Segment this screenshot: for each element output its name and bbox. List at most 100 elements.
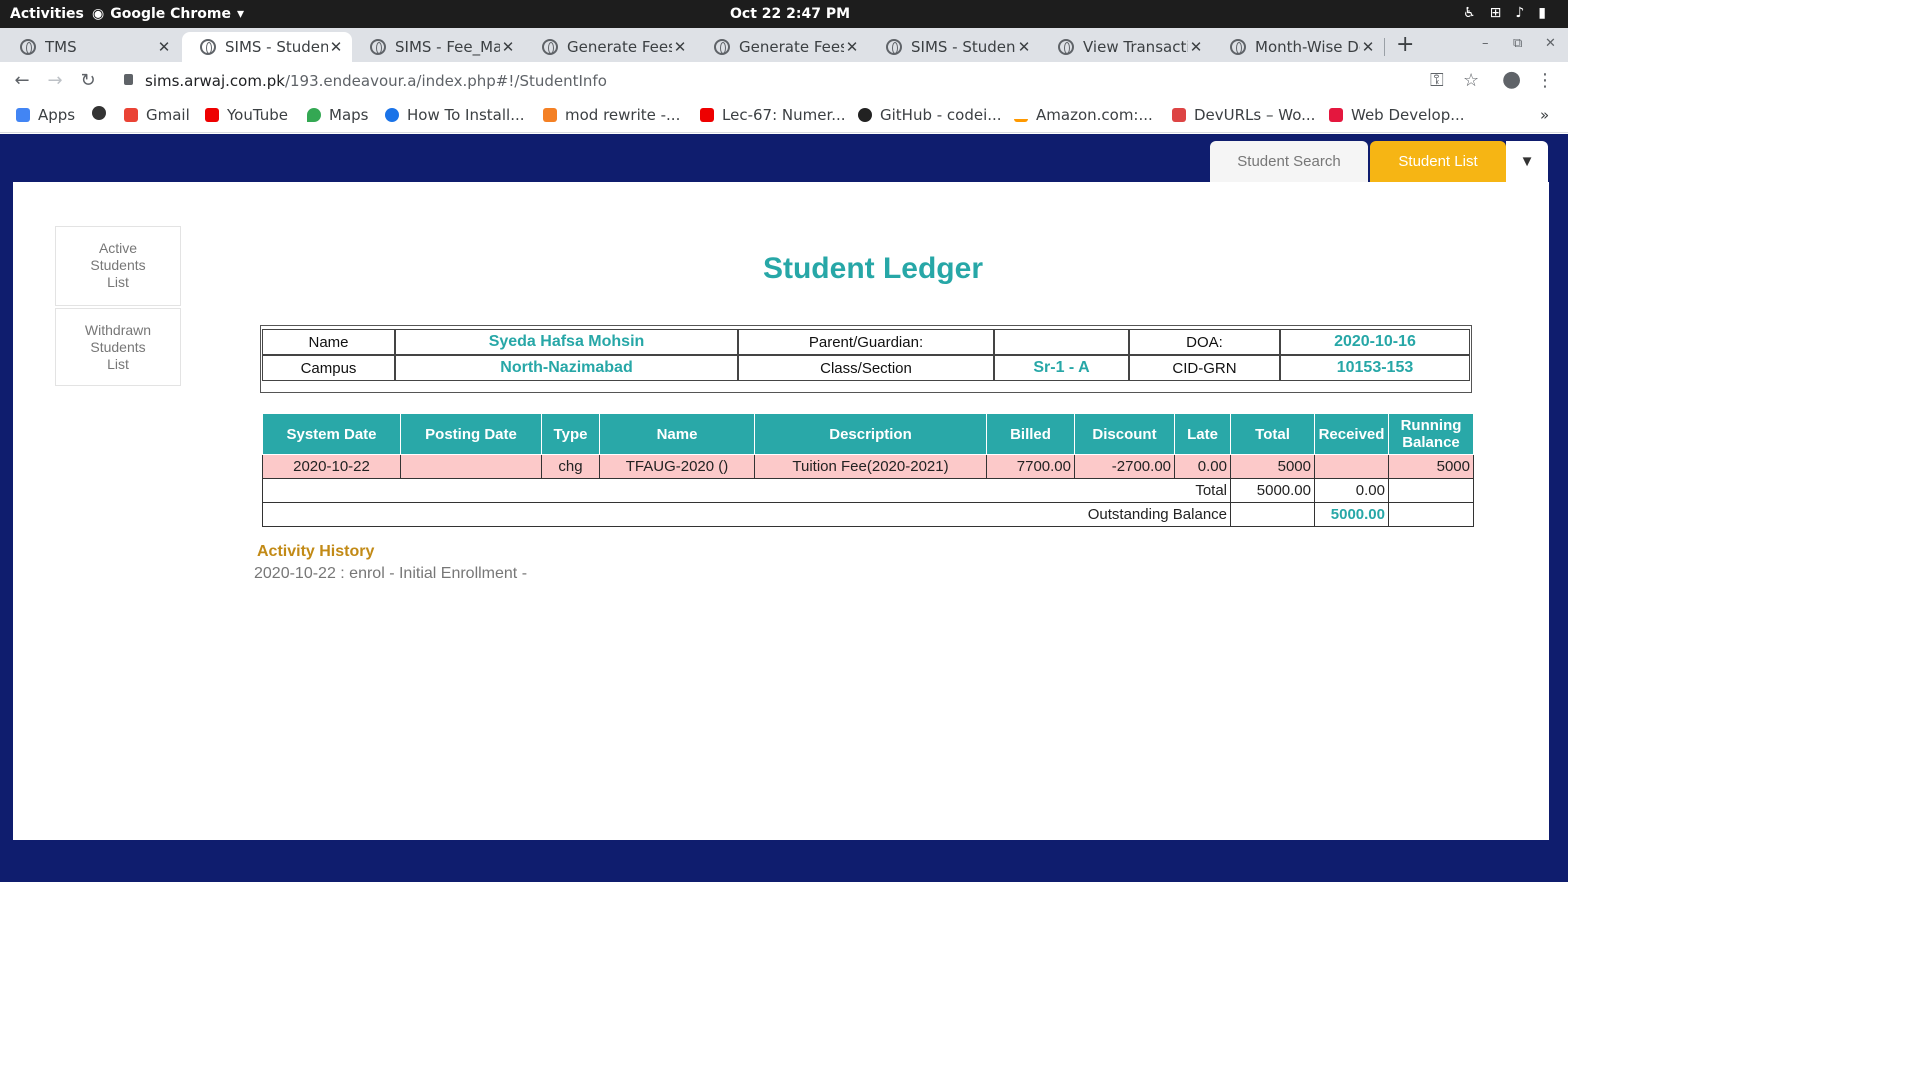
- forward-icon[interactable]: →: [44, 70, 66, 91]
- close-icon[interactable]: ✕: [328, 38, 344, 56]
- bookmark-webdev[interactable]: Web Develop...: [1329, 106, 1465, 124]
- close-icon[interactable]: ✕: [672, 38, 688, 56]
- tab-label: SIMS - StudentInfo: [225, 38, 328, 56]
- minimize-icon[interactable]: –: [1482, 36, 1489, 51]
- tab-label: TMS: [45, 38, 77, 56]
- bookmark-label: Web Develop...: [1351, 106, 1465, 124]
- new-tab-button[interactable]: +: [1396, 32, 1414, 57]
- student-name: Syeda Hafsa Mohsin: [395, 329, 738, 355]
- google-icon: [124, 108, 138, 122]
- globe-icon: [1058, 39, 1074, 55]
- bookmark-gmail[interactable]: Gmail: [124, 106, 190, 124]
- bookmark-devurls[interactable]: DevURLs – Wo...: [1172, 106, 1315, 124]
- clock[interactable]: Oct 22 2:47 PM: [730, 6, 850, 22]
- close-icon[interactable]: ✕: [844, 38, 860, 56]
- cell-received: [1314, 454, 1389, 479]
- close-icon[interactable]: ✕: [1016, 38, 1032, 56]
- col-posting-date: Posting Date: [400, 413, 542, 455]
- tab-label: Month-Wise Details: [1255, 38, 1360, 56]
- col-description: Description: [754, 413, 987, 455]
- col-received: Received: [1314, 413, 1389, 455]
- col-name: Name: [599, 413, 755, 455]
- bookmark-label: mod rewrite -...: [565, 106, 681, 124]
- activity-history-title: Activity History: [257, 543, 375, 560]
- ledger-header-row: System Date Posting Date Type Name Descr…: [262, 413, 1474, 455]
- tab-sims-studentinfo[interactable]: SIMS - StudentInfo✕: [182, 32, 352, 62]
- address-bar[interactable]: sims.arwaj.com.pk/193.endeavour.a/index.…: [110, 67, 1490, 95]
- bookmark-globe[interactable]: [92, 106, 114, 120]
- sidebar-label: Withdrawn: [84, 322, 152, 338]
- student-info-table: Name Syeda Hafsa Mohsin Parent/Guardian:…: [262, 329, 1470, 381]
- total-value: 5000.00: [1230, 478, 1315, 503]
- withdrawn-students-link[interactable]: Withdrawn Students List: [55, 308, 181, 386]
- network-icon: ⊞: [1489, 5, 1502, 21]
- table-row[interactable]: 2020-10-22 chg TFAUG-2020 () Tuition Fee…: [262, 454, 1474, 479]
- star-icon[interactable]: ☆: [1463, 70, 1479, 91]
- cell-type: chg: [541, 454, 600, 479]
- bookmark-amazon[interactable]: Amazon.com:...: [1014, 106, 1153, 124]
- browser-toolbar: ← → ↻ sims.arwaj.com.pk/193.endeavour.a/…: [0, 62, 1568, 100]
- bookmark-github[interactable]: GitHub - codei...: [858, 106, 1002, 124]
- system-tray[interactable]: ♿ ⊞ ♪ ▮: [1463, 5, 1546, 21]
- tab-tms[interactable]: TMS ✕: [2, 32, 180, 62]
- reload-icon[interactable]: ↻: [77, 70, 99, 91]
- close-icon[interactable]: ✕: [1188, 38, 1204, 56]
- page-background: Student Search Student List ▼ Active Stu…: [0, 134, 1568, 882]
- total-row: Total 5000.00 0.00: [262, 478, 1474, 503]
- profile-icon[interactable]: ●: [1502, 67, 1521, 92]
- col-running-balance: Running Balance: [1388, 413, 1474, 455]
- restore-icon[interactable]: ⧉: [1513, 36, 1522, 51]
- tab-generate-fees-2[interactable]: Generate Fees ✕: [696, 32, 868, 62]
- back-icon[interactable]: ←: [11, 70, 33, 91]
- map-pin-icon: [307, 108, 321, 122]
- tab-view-transaction[interactable]: View Transaction✕: [1040, 32, 1212, 62]
- cid-label: CID-GRN: [1129, 355, 1280, 381]
- page-title: Student Ledger: [762, 252, 983, 285]
- menu-icon[interactable]: ⋮: [1536, 70, 1554, 91]
- tab-generate-fees[interactable]: Generate Fees ✕: [524, 32, 696, 62]
- bookmark-maps[interactable]: Maps: [307, 106, 368, 124]
- activities-button[interactable]: Activities: [10, 6, 84, 22]
- bookmark-label: Maps: [329, 106, 369, 124]
- close-icon[interactable]: ✕: [500, 38, 516, 56]
- chevron-down-icon: ▾: [236, 6, 245, 22]
- bookmark-label: DevURLs – Wo...: [1194, 106, 1316, 124]
- tab-label: SIMS - Fee_Management: [395, 38, 500, 56]
- empty-cell: [1388, 478, 1474, 503]
- caret-down-icon[interactable]: ▼: [1506, 141, 1548, 182]
- tab-label: SIMS - StudentInfo: [911, 38, 1016, 56]
- key-icon[interactable]: ⚿: [1430, 70, 1444, 91]
- cell-running-balance: 5000: [1388, 454, 1474, 479]
- bookmark-youtube[interactable]: YouTube: [205, 106, 288, 124]
- bookmark-label: How To Install...: [407, 106, 525, 124]
- close-icon[interactable]: ✕: [156, 38, 172, 56]
- parent-label: Parent/Guardian:: [738, 329, 994, 355]
- stackoverflow-icon: [543, 108, 557, 122]
- bookmark-apps[interactable]: Apps: [16, 106, 75, 124]
- col-total: Total: [1230, 413, 1315, 455]
- cell-total: 5000: [1230, 454, 1315, 479]
- close-icon[interactable]: ✕: [1360, 38, 1376, 56]
- cell-posting-date: [400, 454, 542, 479]
- webdev-icon: [1329, 108, 1343, 122]
- name-label: Name: [262, 329, 395, 355]
- window-close-icon[interactable]: ✕: [1545, 36, 1556, 51]
- cell-billed: 7700.00: [986, 454, 1075, 479]
- bookmark-label: GitHub - codei...: [880, 106, 1002, 124]
- tab-month-wise[interactable]: Month-Wise Details✕: [1212, 32, 1384, 62]
- bookmark-install[interactable]: How To Install...: [385, 106, 525, 124]
- tab-sims-studentinfo-2[interactable]: SIMS - StudentInfo✕: [868, 32, 1040, 62]
- tab-sims-fee[interactable]: SIMS - Fee_Management✕: [352, 32, 524, 62]
- empty-cell: [1388, 502, 1474, 527]
- student-list-tab[interactable]: Student List: [1370, 141, 1506, 182]
- received-total-value: 0.00: [1314, 478, 1389, 503]
- app-menu[interactable]: ◉ Google Chrome ▾: [92, 6, 244, 22]
- bookmark-lec67[interactable]: Lec-67: Numer...: [700, 106, 846, 124]
- bookmark-label: Apps: [38, 106, 76, 124]
- devurls-icon: [1172, 108, 1186, 122]
- student-search-tab[interactable]: Student Search: [1210, 141, 1368, 182]
- bookmark-mod-rewrite[interactable]: mod rewrite -...: [543, 106, 680, 124]
- class-label: Class/Section: [738, 355, 994, 381]
- apps-grid-icon: [16, 108, 30, 122]
- bookmarks-overflow-icon[interactable]: »: [1540, 106, 1549, 124]
